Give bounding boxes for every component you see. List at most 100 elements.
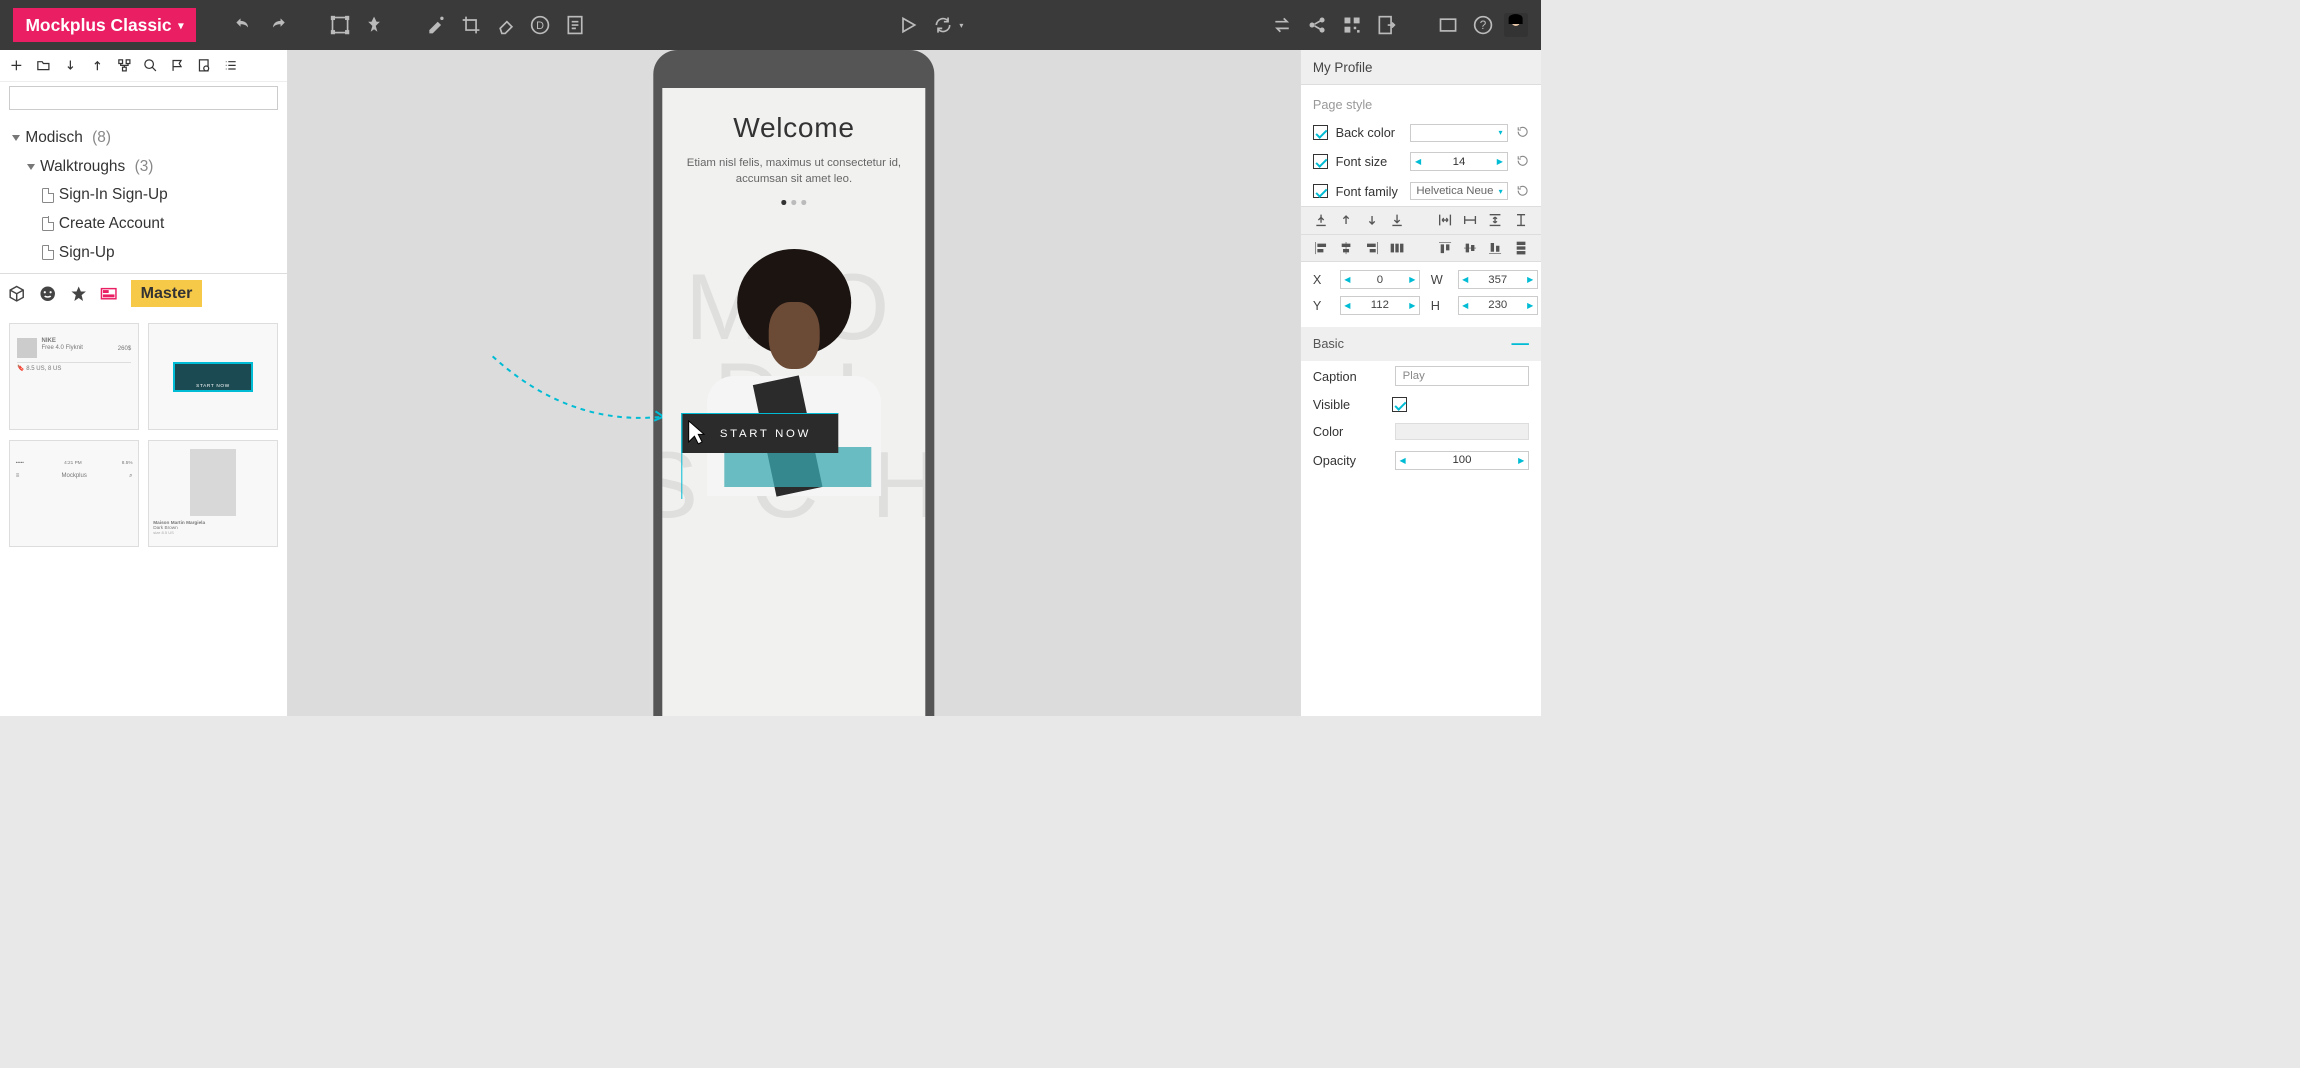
move-up-icon[interactable] — [90, 58, 105, 73]
basic-section-header[interactable]: Basic — — [1301, 327, 1541, 361]
new-folder-icon[interactable] — [36, 58, 51, 73]
pager-dot — [792, 200, 797, 205]
opacity-spinner[interactable]: ◀100▶ — [1395, 451, 1529, 470]
font-size-spinner[interactable]: ◀14▶ — [1410, 152, 1507, 171]
bring-front-icon[interactable] — [1313, 212, 1329, 228]
welcome-subtitle: Etiam nisl felis, maximus ut consectetur… — [680, 156, 908, 188]
phone-frame: Welcome Etiam nisl felis, maximus ut con… — [653, 50, 934, 715]
w-spinner[interactable]: ◀357▶ — [1458, 270, 1538, 289]
reset-icon[interactable] — [1516, 125, 1529, 140]
svg-text:?: ? — [1480, 19, 1487, 32]
smiley-icon[interactable] — [39, 285, 56, 302]
brand-dropdown-button[interactable]: Mockplus Classic — [13, 8, 195, 42]
add-page-icon[interactable] — [9, 58, 24, 73]
align-left-icon[interactable] — [1313, 240, 1329, 256]
cube-icon[interactable] — [8, 285, 25, 302]
star-icon[interactable] — [70, 285, 87, 302]
sync-caret-icon[interactable]: ▾ — [959, 21, 963, 30]
link-arrow — [490, 353, 671, 433]
equal-width-icon[interactable] — [1462, 212, 1478, 228]
master-card[interactable]: NIKE Free 4.0 Flyknit 260$ 🔖 8.5 US, 8 U… — [9, 323, 138, 430]
back-color-label: Back color — [1336, 125, 1403, 140]
qr-icon[interactable] — [1342, 15, 1362, 35]
align-bottom-icon[interactable] — [1487, 240, 1503, 256]
page-icon — [42, 217, 54, 232]
pager-dot — [802, 200, 807, 205]
x-label: X — [1313, 272, 1329, 287]
tree-group[interactable]: Walktroughs (3) — [12, 152, 275, 181]
svg-text:D: D — [536, 20, 544, 32]
reset-icon[interactable] — [1516, 184, 1529, 199]
back-color-picker[interactable] — [1410, 124, 1507, 141]
font-size-checkbox[interactable] — [1313, 154, 1328, 169]
send-backward-icon[interactable] — [1364, 212, 1380, 228]
start-now-button[interactable]: START NOW — [681, 413, 837, 453]
pin-icon[interactable] — [364, 15, 384, 35]
tree-root[interactable]: Modisch (8) — [12, 124, 275, 153]
export-icon[interactable] — [1376, 15, 1396, 35]
redo-icon[interactable] — [268, 15, 288, 35]
flag-icon[interactable] — [170, 58, 185, 73]
dist-h-icon[interactable] — [1437, 212, 1453, 228]
panel-header: My Profile — [1301, 50, 1541, 85]
distribute-v-icon[interactable] — [1513, 240, 1529, 256]
eraser-icon[interactable] — [496, 15, 516, 35]
bring-forward-icon[interactable] — [1338, 212, 1354, 228]
tree-page[interactable]: Sign-In Sign-Up — [12, 181, 275, 210]
master-start-thumb: START NOW — [173, 362, 253, 391]
back-color-checkbox[interactable] — [1313, 125, 1328, 140]
align-top-icon[interactable] — [1437, 240, 1453, 256]
h-spinner[interactable]: ◀230▶ — [1458, 296, 1538, 315]
help-icon[interactable]: ? — [1473, 15, 1493, 35]
group-icon[interactable] — [330, 15, 350, 35]
xywh-grid: X ◀0▶ W ◀357▶ Y ◀112▶ H ◀230▶ — [1301, 262, 1541, 322]
x-spinner[interactable]: ◀0▶ — [1340, 270, 1420, 289]
visible-checkbox[interactable] — [1392, 397, 1407, 412]
page-icon — [42, 188, 54, 203]
master-card[interactable]: START NOW — [148, 323, 277, 430]
tree-page[interactable]: Sign-Up — [12, 238, 275, 267]
demo-icon[interactable]: D — [530, 15, 550, 35]
align-center-h-icon[interactable] — [1338, 240, 1354, 256]
crop-icon[interactable] — [461, 15, 481, 35]
tree-group-name: Walktroughs — [40, 158, 125, 176]
dist-v-icon[interactable] — [1487, 212, 1503, 228]
undo-icon[interactable] — [233, 15, 253, 35]
font-family-dropdown[interactable]: Helvetica Neue — [1410, 182, 1508, 201]
transfer-icon[interactable] — [1272, 15, 1292, 35]
master-card[interactable]: Maison Martin Margiela Dark Brown size 8… — [148, 440, 277, 547]
move-down-icon[interactable] — [63, 58, 78, 73]
autofill-icon[interactable] — [426, 15, 446, 35]
color-label: Color — [1313, 424, 1387, 439]
align-middle-icon[interactable] — [1462, 240, 1478, 256]
share-icon[interactable] — [1307, 15, 1327, 35]
collapse-icon[interactable]: — — [1512, 333, 1529, 354]
align-right-icon[interactable] — [1364, 240, 1380, 256]
canvas[interactable]: Welcome Etiam nisl felis, maximus ut con… — [288, 50, 1300, 715]
font-family-checkbox[interactable] — [1313, 184, 1328, 199]
caret-down-icon — [27, 164, 35, 170]
pager-dot-active — [782, 200, 787, 205]
distribute-h-icon[interactable] — [1389, 240, 1405, 256]
user-avatar[interactable] — [1504, 13, 1528, 37]
reset-icon[interactable] — [1516, 154, 1529, 169]
sync-icon[interactable] — [933, 15, 953, 35]
equal-height-icon[interactable] — [1513, 212, 1529, 228]
pages-search-input[interactable] — [9, 86, 277, 110]
tree-page[interactable]: Create Account — [12, 210, 275, 239]
spec-icon[interactable] — [565, 15, 585, 35]
pages-tree: Modisch (8) Walktroughs (3) Sign-In Sign… — [0, 118, 287, 272]
play-icon[interactable] — [898, 15, 918, 35]
list-icon[interactable] — [224, 58, 239, 73]
y-spinner[interactable]: ◀112▶ — [1340, 296, 1420, 315]
master-tab-icon[interactable] — [100, 285, 117, 302]
send-back-icon[interactable] — [1389, 212, 1405, 228]
search-icon[interactable] — [143, 58, 158, 73]
tree-icon[interactable] — [117, 58, 132, 73]
color-picker[interactable] — [1395, 423, 1529, 440]
pager-dots — [680, 200, 908, 205]
master-card[interactable]: •••••4:21 PM8.5% ≡Mockplus⌕ — [9, 440, 138, 547]
fullscreen-icon[interactable] — [1438, 15, 1458, 35]
caption-input[interactable] — [1395, 366, 1529, 386]
page-settings-icon[interactable] — [197, 58, 212, 73]
